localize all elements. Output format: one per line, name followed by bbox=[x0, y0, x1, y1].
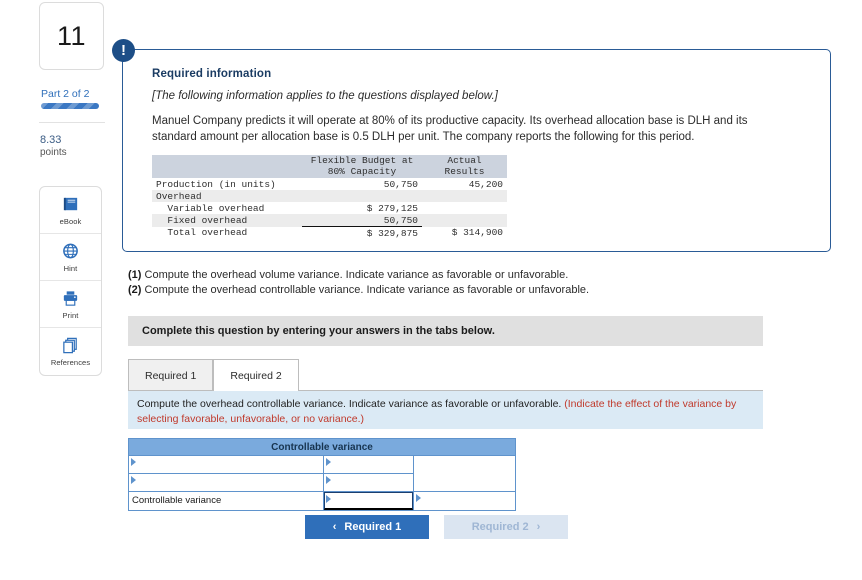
table-row: Fixed overhead 50,750 bbox=[152, 214, 507, 227]
fin-row-actual-results bbox=[422, 214, 507, 227]
sidebar-item-hint[interactable]: Hint bbox=[40, 234, 101, 281]
answer-row-1-amount-input[interactable] bbox=[324, 456, 413, 473]
question-text-1: Compute the overhead volume variance. In… bbox=[144, 269, 569, 281]
tab-required-1[interactable]: Required 1 bbox=[128, 359, 214, 391]
instruction-box: Compute the overhead controllable varian… bbox=[128, 391, 763, 429]
exclamation-icon: ! bbox=[112, 39, 135, 62]
question-line-1: (1) Compute the overhead volume variance… bbox=[128, 269, 568, 281]
question-number-1: (1) bbox=[128, 269, 142, 281]
fin-row-label: Overhead bbox=[152, 190, 302, 202]
required-information-title: Required information bbox=[152, 68, 272, 80]
sidebar-divider bbox=[39, 122, 105, 123]
answer-row-2-amount-input[interactable] bbox=[324, 474, 413, 491]
answer-row-3-effect-cell bbox=[413, 491, 516, 511]
sidebar-item-references[interactable]: References bbox=[40, 328, 101, 375]
chevron-left-icon: ‹ bbox=[332, 521, 337, 533]
fin-row-label: Production (in units) bbox=[156, 178, 276, 190]
sidebar-item-label: Print bbox=[62, 310, 79, 320]
controllable-variance-answer-table: Controllable variance Controllable varia… bbox=[128, 438, 516, 511]
fin-row-flexible-budget: $ 279,125 bbox=[366, 202, 418, 214]
chevron-right-icon: › bbox=[536, 521, 541, 533]
fin-row-flexible-budget: 50,750 bbox=[383, 178, 418, 190]
question-text-2: Compute the overhead controllable varian… bbox=[144, 284, 590, 296]
print-icon bbox=[63, 290, 78, 306]
column-header-flexible-budget: Flexible Budget at 80% Capacity bbox=[302, 155, 422, 178]
sidebar-item-print[interactable]: Print bbox=[40, 281, 101, 328]
fin-row-label: Total overhead bbox=[156, 227, 248, 239]
answer-row-3-label-cell: Controllable variance bbox=[128, 491, 324, 511]
previous-required-1-button[interactable]: ‹ Required 1 bbox=[305, 515, 429, 539]
part-label: Part 2 of 2 bbox=[41, 88, 90, 100]
answer-row-3-amount-cell bbox=[323, 491, 414, 511]
answer-row-1-label-cell bbox=[128, 455, 324, 474]
question-number: 11 bbox=[56, 20, 87, 51]
fin-row-label: Fixed overhead bbox=[152, 214, 302, 227]
answer-row-2-label-cell bbox=[128, 473, 324, 492]
table-row: Production (in units) 50,750 45,200 bbox=[152, 178, 507, 190]
complete-question-banner: Complete this question by entering your … bbox=[128, 316, 763, 346]
controllable-variance-amount-input[interactable] bbox=[324, 492, 413, 510]
exclamation-glyph: ! bbox=[121, 41, 126, 59]
hint-globe-icon bbox=[63, 243, 78, 258]
fin-row-actual-results: $ 314,900 bbox=[451, 227, 503, 239]
tab-required-2[interactable]: Required 2 bbox=[213, 359, 299, 391]
sidebar-item-label: Hint bbox=[63, 263, 78, 273]
controllable-variance-effect-select[interactable] bbox=[414, 492, 515, 510]
fin-row-flexible-budget: $ 329,875 bbox=[366, 227, 418, 239]
column-header-actual-results: Actual Results bbox=[422, 155, 507, 178]
fin-row-actual-results bbox=[422, 190, 507, 202]
table-row: Overhead bbox=[152, 190, 507, 202]
instruction-main-text: Compute the overhead controllable varian… bbox=[137, 398, 565, 410]
answer-row-1-label-input[interactable] bbox=[129, 456, 323, 473]
sidebar-item-label: eBook bbox=[59, 216, 82, 226]
answer-table-header-row: Controllable variance bbox=[128, 438, 516, 456]
table-row: Total overhead $ 329,875 $ 314,900 bbox=[152, 227, 507, 240]
points-value: 8.33 bbox=[40, 134, 62, 146]
controllable-variance-label: Controllable variance bbox=[132, 495, 222, 506]
fin-row-flexible-budget: 50,750 bbox=[302, 214, 422, 227]
fin-row-flexible-budget bbox=[302, 190, 422, 202]
answer-row-2-amount-cell bbox=[323, 473, 414, 492]
fin-row-actual-results bbox=[422, 202, 507, 214]
next-button-label: Required 2 bbox=[471, 521, 529, 533]
required-information-body: Manuel Company predicts it will operate … bbox=[152, 115, 748, 143]
question-sidebar: 11 Part 2 of 2 8.33 points eBook Hint Pr… bbox=[0, 0, 110, 580]
table-row: Controllable variance bbox=[128, 491, 516, 511]
required-information-subtitle: [The following information applies to th… bbox=[152, 90, 498, 102]
table-header-row: Flexible Budget at 80% Capacity Actual R… bbox=[152, 155, 507, 178]
question-number-2: (2) bbox=[128, 284, 142, 296]
answer-row-2-label-input[interactable] bbox=[129, 474, 323, 491]
points-unit: points bbox=[40, 147, 67, 158]
answer-col3-blank-cell bbox=[413, 455, 516, 492]
answer-row-1-amount-cell bbox=[323, 455, 414, 474]
sidebar-item-ebook[interactable]: eBook bbox=[40, 187, 101, 234]
references-icon bbox=[63, 337, 77, 354]
part-progress-bar bbox=[41, 103, 99, 109]
fin-row-label: Variable overhead bbox=[156, 202, 265, 214]
financial-data-table: Flexible Budget at 80% Capacity Actual R… bbox=[152, 155, 507, 239]
column-header-blank bbox=[152, 155, 302, 178]
ebook-icon bbox=[63, 197, 78, 210]
requirement-tabs: Required 1 Required 2 bbox=[128, 358, 763, 391]
page-root: 11 Part 2 of 2 8.33 points eBook Hint Pr… bbox=[0, 0, 862, 580]
question-line-2: (2) Compute the overhead controllable va… bbox=[128, 284, 589, 296]
complete-question-text: Complete this question by entering your … bbox=[142, 325, 495, 337]
tool-stack: eBook Hint Print References bbox=[39, 186, 102, 376]
previous-button-label: Required 1 bbox=[344, 521, 402, 533]
question-number-box: 11 bbox=[39, 2, 104, 70]
fin-row-actual-results: 45,200 bbox=[468, 178, 503, 190]
answer-table-header: Controllable variance bbox=[128, 438, 516, 456]
next-required-2-button[interactable]: Required 2 › bbox=[444, 515, 568, 539]
table-row: Variable overhead $ 279,125 bbox=[152, 202, 507, 214]
sidebar-item-label: References bbox=[50, 358, 91, 367]
table-row bbox=[128, 455, 516, 492]
